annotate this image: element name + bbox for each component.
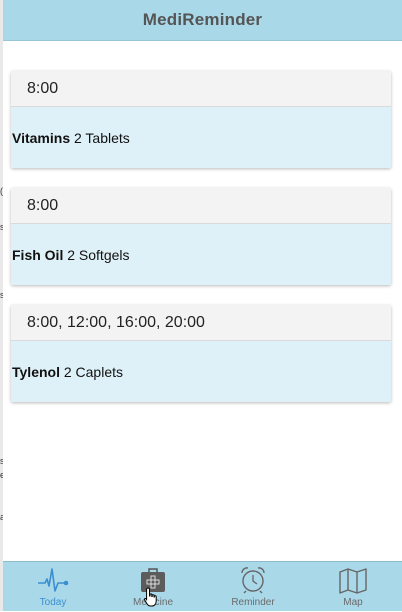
tab-map[interactable]: Map — [303, 562, 402, 611]
tab-bar: Today Medicine — [3, 561, 402, 611]
pulse-icon — [37, 566, 69, 594]
app-window: MediReminder 8:00 Vitamins 2 Tablets 8:0… — [3, 0, 402, 611]
tab-today[interactable]: Today — [3, 562, 103, 611]
reminder-medicine: Fish Oil 2 Softgels — [11, 224, 391, 285]
alarm-clock-icon — [237, 566, 269, 594]
reminder-card[interactable]: 8:00 Vitamins 2 Tablets — [11, 71, 391, 168]
map-icon — [337, 566, 369, 594]
reminder-time: 8:00, 12:00, 16:00, 20:00 — [11, 305, 391, 341]
reminder-card[interactable]: 8:00, 12:00, 16:00, 20:00 Tylenol 2 Capl… — [11, 305, 391, 402]
app-title: MediReminder — [142, 10, 263, 29]
medicine-name: Fish Oil — [12, 246, 64, 263]
medicine-dose: 2 Softgels — [67, 246, 130, 263]
medicine-dose: 2 Caplets — [63, 363, 124, 380]
medicine-name: Tylenol — [12, 363, 60, 380]
medicine-name: Vitamins — [12, 129, 71, 146]
medicine-dose: 2 Tablets — [74, 129, 130, 146]
tab-label: Reminder — [231, 597, 275, 608]
tab-label: Today — [39, 597, 67, 608]
reminder-card[interactable]: 8:00 Fish Oil 2 Softgels — [11, 188, 391, 285]
tab-reminder[interactable]: Reminder — [203, 562, 303, 611]
tab-label: Map — [343, 597, 363, 608]
navigation-bar: MediReminder — [3, 0, 402, 41]
hand-pointer-cursor — [143, 587, 159, 607]
reminder-medicine: Vitamins 2 Tablets — [11, 107, 391, 168]
reminder-time: 8:00 — [11, 71, 391, 107]
reminder-medicine: Tylenol 2 Caplets — [11, 341, 391, 402]
reminder-time: 8:00 — [11, 188, 391, 224]
